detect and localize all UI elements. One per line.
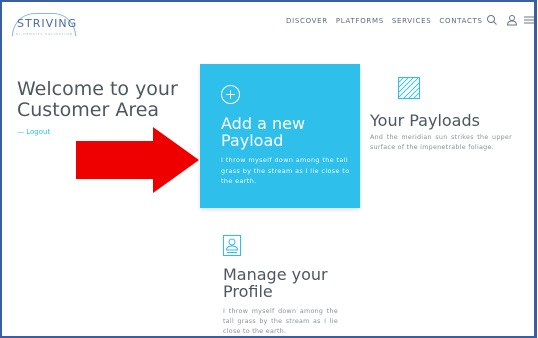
logo-tagline: HI-DENSITY VALIDATION (16, 32, 73, 36)
menu-icon[interactable] (524, 14, 534, 26)
add-payload-card[interactable]: Add a new Payload I throw myself down am… (200, 64, 360, 208)
hatched-square-icon (398, 77, 420, 99)
red-arrow-annotation (76, 127, 199, 193)
nav-services[interactable]: SERVICES (392, 17, 432, 25)
logout-link[interactable]: — Logout (17, 128, 50, 136)
your-payloads-text: And the meridian sun strikes the upper s… (370, 134, 512, 151)
manage-profile-title[interactable]: Manage your Profile (223, 266, 353, 300)
nav-platforms[interactable]: PLATFORMS (336, 17, 384, 25)
nav-discover[interactable]: DISCOVER (286, 17, 328, 25)
user-icon[interactable] (506, 14, 518, 26)
add-payload-title: Add a new Payload (221, 114, 306, 150)
logo-text: STRIVING (17, 17, 78, 30)
profile-card-icon (223, 235, 241, 256)
your-payloads-title[interactable]: Your Payloads (370, 111, 480, 130)
site-logo[interactable]: STRIVING HI-DENSITY VALIDATION (12, 13, 76, 37)
search-icon[interactable] (486, 14, 498, 26)
plus-circle-icon (221, 85, 240, 104)
main-nav: DISCOVER PLATFORMS SERVICES CONTACTS (286, 17, 483, 25)
page-title: Welcome to your Customer Area (17, 78, 178, 121)
add-payload-text: I throw myself down among the tall grass… (221, 156, 350, 185)
manage-profile-text: I throw myself down among the tall grass… (223, 308, 338, 335)
nav-contacts[interactable]: CONTACTS (439, 17, 482, 25)
